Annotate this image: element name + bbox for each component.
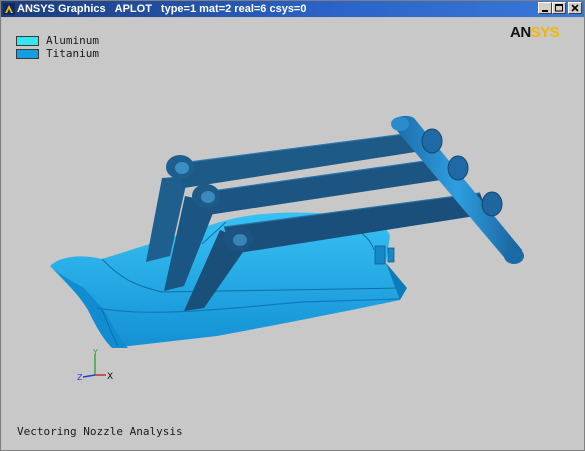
- triad-z-axis: [82, 374, 96, 378]
- actuator-shaft: [391, 115, 524, 264]
- ansys-logo: ANSYS: [510, 24, 560, 41]
- minimize-button[interactable]: [538, 2, 552, 14]
- legend-label-titanium: Titanium: [46, 47, 99, 60]
- title-bar[interactable]: ANSYS Graphics APLOT type=1 mat=2 real=6 c…: [1, 1, 584, 17]
- maximize-icon: [555, 4, 563, 12]
- maximize-button[interactable]: [552, 2, 566, 14]
- title-app-name: ANSYS Graphics: [17, 3, 106, 15]
- close-button[interactable]: [568, 2, 582, 14]
- coordinate-triad: Y X Z: [77, 348, 113, 382]
- minimize-icon: [542, 10, 548, 12]
- triad-y-label: Y: [92, 348, 98, 357]
- analysis-caption: Vectoring Nozzle Analysis: [17, 425, 183, 438]
- triad-x-label: X: [107, 372, 113, 382]
- ansys-graphics-window: ANSYS Graphics APLOT type=1 mat=2 real=6 c…: [0, 0, 585, 451]
- window-title: ANSYS Graphics APLOT type=1 mat=2 real=6 c…: [17, 1, 315, 17]
- aluminum-swatch: [16, 36, 39, 46]
- triad-z-label: Z: [77, 373, 83, 382]
- graphics-viewport[interactable]: Aluminum Titanium ANSYS Y X Z Vectoring …: [2, 18, 584, 450]
- title-command: APLOT: [114, 3, 152, 15]
- legend-label-aluminum: Aluminum: [46, 34, 99, 47]
- nozzle-model-scene[interactable]: [2, 18, 584, 450]
- title-attributes: type=1 mat=2 real=6 csys=0: [160, 3, 307, 15]
- close-icon: [571, 4, 579, 12]
- titanium-swatch: [16, 49, 39, 59]
- logo-an: AN: [510, 24, 531, 41]
- ansys-app-icon: [3, 3, 15, 15]
- logo-sys: SYS: [530, 24, 560, 41]
